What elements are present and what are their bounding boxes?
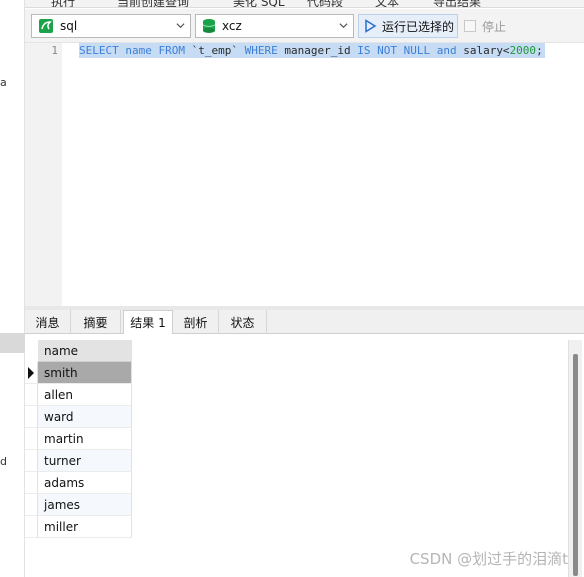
- line-number-gutter: 1: [25, 43, 62, 306]
- sql-token: salary<: [456, 44, 510, 57]
- database-value: xcz: [222, 19, 242, 33]
- tree-item-fragment[interactable]: d: [0, 455, 7, 468]
- table-cell[interactable]: martin: [38, 428, 132, 450]
- row-indicator[interactable]: [25, 450, 38, 472]
- chevron-down-icon: [176, 23, 185, 29]
- tree-selected-item[interactable]: [0, 333, 25, 353]
- chevron-down-icon: [339, 23, 348, 29]
- main-toolbar: 执行 当前创建查询 美化 SQL 代码段 文本 导出结果: [25, 0, 584, 8]
- row-indicator[interactable]: [25, 362, 38, 384]
- row-indicator[interactable]: [25, 516, 38, 538]
- grid-header-row: name: [25, 340, 132, 362]
- row-indicator[interactable]: [25, 384, 38, 406]
- table-row[interactable]: martin: [25, 428, 132, 450]
- tree-item-fragment[interactable]: a: [0, 76, 7, 89]
- selected-sql-line[interactable]: SELECT name FROM `t_emp` WHERE manager_i…: [79, 43, 545, 58]
- toolbar-code-snippet[interactable]: 代码段: [307, 0, 343, 7]
- tab-profile[interactable]: 剖析: [173, 310, 219, 334]
- sql-token: FROM: [158, 44, 186, 57]
- table-cell[interactable]: allen: [38, 384, 132, 406]
- header-corner: [25, 340, 38, 362]
- toolbar-execute[interactable]: 执行: [51, 0, 75, 7]
- table-cell[interactable]: ward: [38, 406, 132, 428]
- current-row-arrow-icon: [28, 367, 34, 379]
- row-indicator[interactable]: [25, 428, 38, 450]
- table-row[interactable]: allen: [25, 384, 132, 406]
- line-number: 1: [51, 44, 58, 57]
- table-cell[interactable]: miller: [38, 516, 132, 538]
- table-cell[interactable]: james: [38, 494, 132, 516]
- connection-select[interactable]: sql: [31, 14, 191, 38]
- sql-token: IS NOT NULL: [357, 44, 431, 57]
- mysql-connection-icon: [39, 19, 53, 33]
- table-row[interactable]: james: [25, 494, 132, 516]
- run-selected-label: 运行已选择的: [382, 19, 455, 34]
- tab-status[interactable]: 状态: [219, 310, 267, 334]
- stop-button[interactable]: 停止: [464, 14, 506, 38]
- vertical-scrollbar[interactable]: [568, 340, 582, 577]
- table-row[interactable]: turner: [25, 450, 132, 472]
- sql-token: SELECT: [79, 44, 119, 57]
- database-select[interactable]: xcz: [195, 14, 354, 38]
- sql-token: name: [125, 44, 152, 57]
- result-grid: name smith allen ward martin turner adams jame…: [25, 340, 132, 538]
- connection-value: sql: [60, 19, 78, 33]
- database-icon: [202, 19, 216, 33]
- row-indicator[interactable]: [25, 472, 38, 494]
- toolbar-text[interactable]: 文本: [375, 0, 399, 7]
- tab-result-1[interactable]: 结果 1: [123, 310, 173, 335]
- sql-editor[interactable]: 1 SELECT name FROM `t_emp` WHERE manager…: [25, 43, 584, 306]
- row-indicator[interactable]: [25, 494, 38, 516]
- row-indicator[interactable]: [25, 406, 38, 428]
- table-row[interactable]: adams: [25, 472, 132, 494]
- result-grid-panel: name smith allen ward martin turner adams jame…: [25, 334, 584, 577]
- table-cell[interactable]: adams: [38, 472, 132, 494]
- query-toolbar: sql xcz 运行已选择的 停止: [25, 9, 584, 43]
- stop-icon: [464, 20, 476, 32]
- sql-token: manager_id: [277, 44, 358, 57]
- run-selected-button[interactable]: 运行已选择的: [358, 14, 458, 38]
- toolbar-create-query[interactable]: 当前创建查询: [117, 0, 189, 7]
- table-row[interactable]: miller: [25, 516, 132, 538]
- object-tree-panel: a d: [0, 0, 25, 577]
- tab-messages[interactable]: 消息: [25, 310, 71, 334]
- sql-token: ;: [536, 44, 543, 57]
- sql-token: 2000: [509, 44, 537, 57]
- sql-token: WHERE: [244, 44, 278, 57]
- table-cell[interactable]: turner: [38, 450, 132, 472]
- sql-token: and: [436, 44, 457, 57]
- stop-label: 停止: [482, 19, 507, 34]
- sql-token: `t_emp`: [185, 44, 245, 57]
- tab-summary[interactable]: 摘要: [71, 310, 121, 334]
- toolbar-export-result[interactable]: 导出结果: [433, 0, 481, 7]
- column-header-name[interactable]: name: [38, 340, 132, 362]
- navicat-query-window: a d 执行 当前创建查询 美化 SQL 代码段 文本 导出结果 sql xcz…: [0, 0, 584, 577]
- watermark: CSDN @划过手的泪滴t: [409, 550, 568, 568]
- result-tabs: 消息 摘要 结果 1 剖析 状态: [25, 310, 584, 335]
- table-row[interactable]: ward: [25, 406, 132, 428]
- play-icon: [365, 19, 377, 33]
- scrollbar-thumb[interactable]: [573, 354, 578, 576]
- table-row[interactable]: smith: [25, 362, 132, 384]
- toolbar-beautify-sql[interactable]: 美化 SQL: [233, 0, 285, 7]
- table-cell[interactable]: smith: [38, 362, 132, 384]
